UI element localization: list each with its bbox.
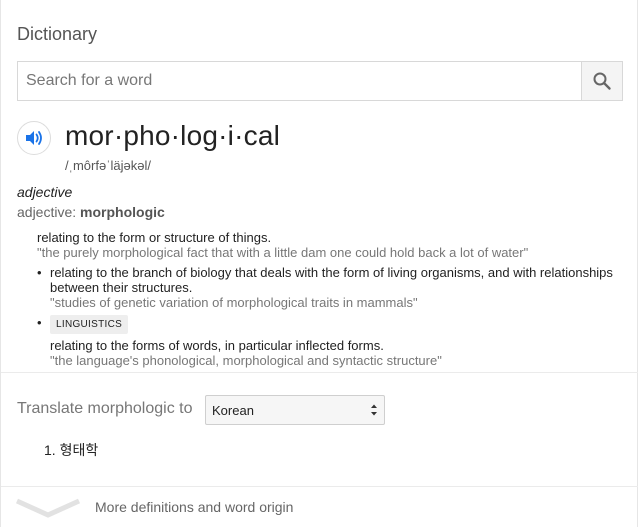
bullet: •: [37, 315, 42, 330]
phonetic-spelling: /ˌmôrfəˈläjəkəl/: [65, 158, 151, 173]
dictionary-card: Dictionary mor·pho·log·i·cal /ˌmôrfəˈläj…: [0, 0, 638, 527]
subsense-example: "the language's phonological, morphologi…: [50, 353, 442, 368]
selected-language: Korean: [212, 402, 254, 418]
more-definitions-link[interactable]: More definitions and word origin: [1, 487, 638, 527]
translation-result: 1. 형태학: [44, 442, 99, 458]
translate-label: Translate morphologic to: [17, 400, 193, 417]
part-of-speech: adjective: [17, 184, 73, 200]
subsense-item: • LINGUISTICS relating to the forms of w…: [37, 315, 627, 368]
variant-form: adjective: morphologic: [17, 204, 165, 220]
card-title: Dictionary: [17, 24, 98, 44]
chevron-down-icon: [15, 498, 81, 518]
pronunciation-button[interactable]: [17, 121, 51, 155]
variant-prefix: adjective:: [17, 204, 77, 220]
search-button[interactable]: [581, 62, 622, 100]
subsense-item: • relating to the branch of biology that…: [37, 265, 627, 310]
subsense-example: "studies of genetic variation of morphol…: [50, 295, 418, 310]
domain-tag: LINGUISTICS: [50, 315, 129, 334]
search-box: [17, 61, 623, 101]
bullet: •: [37, 265, 42, 280]
sense-list: relating to the form or structure of thi…: [37, 230, 627, 368]
section-divider: [1, 372, 638, 373]
more-definitions-label: More definitions and word origin: [95, 499, 294, 515]
search-icon: [593, 72, 611, 90]
speaker-icon: [26, 131, 42, 145]
language-select[interactable]: Korean: [205, 395, 385, 425]
sense-example: "the purely morphological fact that with…: [37, 245, 529, 260]
variant-word: morphologic: [80, 204, 165, 220]
subsense-definition: relating to the forms of words, in parti…: [50, 338, 384, 353]
sense-definition: relating to the form or structure of thi…: [37, 230, 272, 245]
subsense-definition: relating to the branch of biology that d…: [50, 265, 613, 295]
select-arrows-icon: [371, 404, 377, 416]
search-input[interactable]: [18, 62, 581, 100]
headword: mor·pho·log·i·cal: [65, 120, 281, 151]
